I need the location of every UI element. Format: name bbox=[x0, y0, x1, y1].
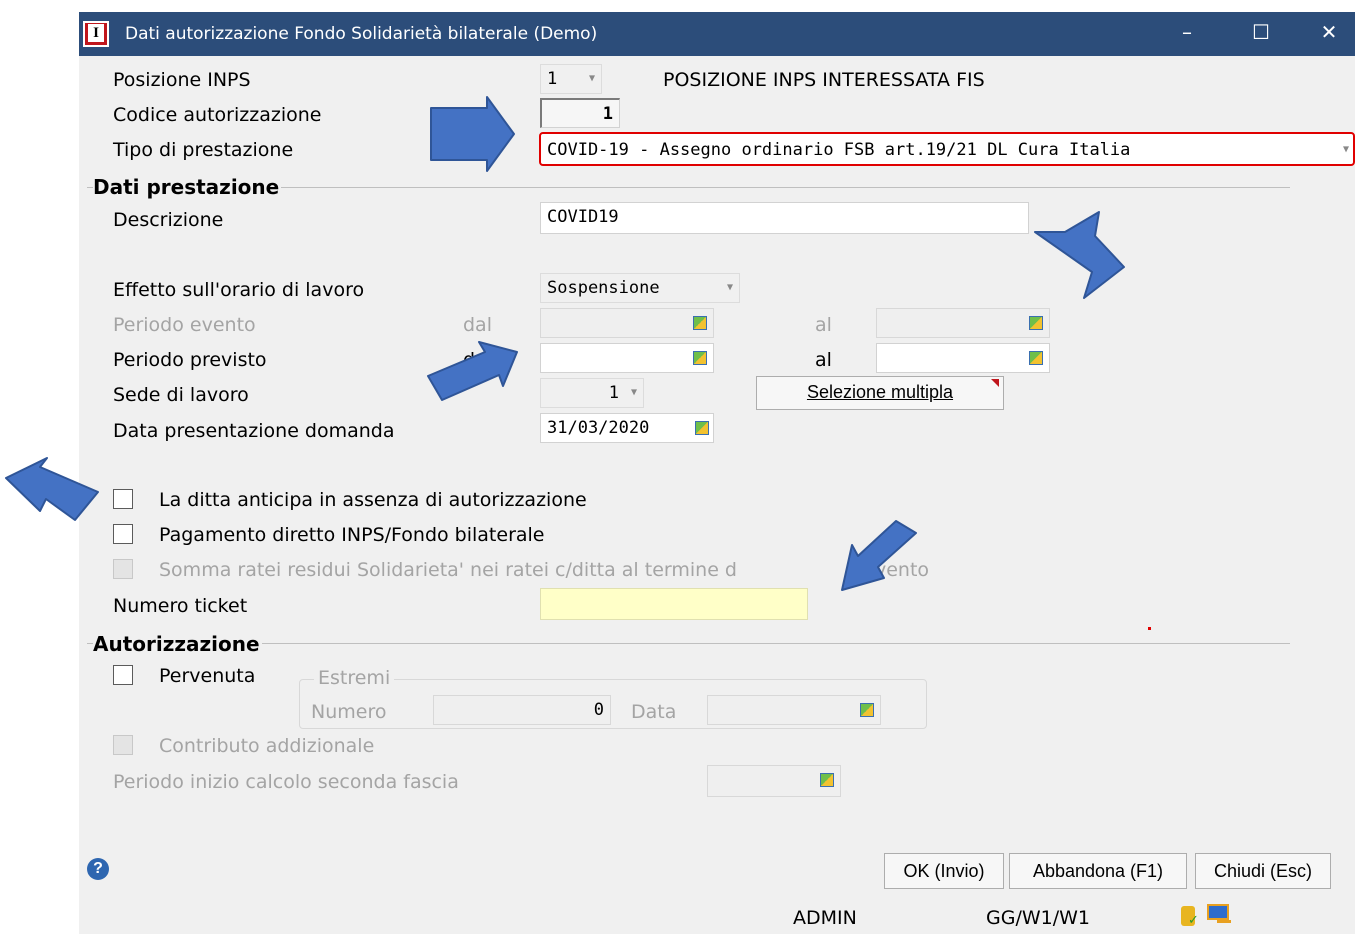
pagamento-diretto-label: Pagamento diretto INPS/Fondo bilaterale bbox=[159, 524, 545, 546]
periodo-evento-al-label: al bbox=[815, 314, 832, 336]
effetto-orario-label: Effetto sull'orario di lavoro bbox=[113, 279, 365, 301]
minimize-button[interactable]: – bbox=[1162, 12, 1212, 56]
selezione-multipla-button[interactable]: Selezione multipla bbox=[756, 376, 1004, 410]
dialog-window: Dati autorizzazione Fondo Solidarietà bi… bbox=[79, 12, 1355, 934]
periodo-evento-dal-label: dal bbox=[463, 314, 492, 336]
selezione-multipla-label: Selezione multipla bbox=[806, 382, 954, 402]
data-presentazione-value: 31/03/2020 bbox=[547, 418, 650, 438]
divider bbox=[87, 643, 1290, 644]
effetto-orario-select[interactable]: Sospensione ▼ bbox=[540, 273, 740, 303]
calendar-icon bbox=[860, 703, 874, 717]
calendar-icon bbox=[820, 773, 834, 787]
somma-ratei-label: Somma ratei residui Solidarieta' nei rat… bbox=[159, 559, 737, 581]
effetto-orario-value: Sospensione bbox=[547, 278, 660, 298]
title-bar[interactable]: Dati autorizzazione Fondo Solidarietà bi… bbox=[79, 12, 1355, 56]
help-icon[interactable]: ? bbox=[87, 858, 109, 880]
periodo-evento-label: Periodo evento bbox=[113, 314, 256, 336]
section-title-autorizzazione: Autorizzazione bbox=[93, 632, 262, 656]
abbandona-button[interactable]: Abbandona (F1) bbox=[1009, 853, 1187, 889]
codice-autorizzazione-label: Codice autorizzazione bbox=[113, 104, 322, 126]
chevron-down-icon: ▼ bbox=[588, 73, 595, 84]
tipo-prestazione-value: COVID-19 - Assegno ordinario FSB art.19/… bbox=[547, 140, 1131, 160]
estremi-title: Estremi bbox=[314, 666, 395, 690]
descrizione-input[interactable]: COVID19 bbox=[540, 202, 1029, 234]
periodo-evento-al-field bbox=[876, 308, 1050, 338]
periodo-previsto-dal-label: d bbox=[463, 349, 476, 371]
database-icon: ✓ bbox=[1181, 906, 1199, 927]
sede-lavoro-select[interactable]: 1 ▼ bbox=[540, 378, 644, 408]
data-presentazione-input[interactable]: 31/03/2020 bbox=[540, 413, 714, 443]
numero-ticket-input[interactable] bbox=[540, 588, 808, 620]
tipo-prestazione-select[interactable]: COVID-19 - Assegno ordinario FSB art.19/… bbox=[539, 132, 1355, 166]
red-dot-marker bbox=[1148, 627, 1151, 630]
posizione-inps-description: POSIZIONE INPS INTERESSATA FIS bbox=[663, 69, 985, 91]
chevron-down-icon: ▼ bbox=[630, 387, 637, 398]
section-title-dati-prestazione: Dati prestazione bbox=[93, 175, 282, 199]
status-path: GG/W1/W1 bbox=[986, 907, 1090, 929]
close-button[interactable]: ✕ bbox=[1304, 12, 1354, 56]
pervenuta-checkbox[interactable] bbox=[113, 665, 133, 685]
descrizione-label: Descrizione bbox=[113, 209, 224, 231]
sede-lavoro-label: Sede di lavoro bbox=[113, 384, 249, 406]
calendar-icon[interactable] bbox=[693, 351, 707, 365]
pervenuta-label: Pervenuta bbox=[159, 665, 256, 687]
chevron-down-icon: ▼ bbox=[1342, 144, 1349, 155]
app-icon bbox=[83, 21, 109, 47]
posizione-inps-label: Posizione INPS bbox=[113, 69, 251, 91]
contributo-addizionale-checkbox bbox=[113, 735, 133, 755]
periodo-evento-dal-field bbox=[540, 308, 714, 338]
periodo-inizio-label: Periodo inizio calcolo seconda fascia bbox=[113, 771, 459, 793]
status-user: ADMIN bbox=[793, 907, 857, 929]
somma-ratei-checkbox bbox=[113, 559, 133, 579]
posizione-inps-select[interactable]: 1 ▼ bbox=[540, 64, 602, 94]
monitor-stand-icon bbox=[1217, 920, 1231, 923]
ok-button[interactable]: OK (Invio) bbox=[884, 853, 1004, 889]
periodo-previsto-al-input[interactable] bbox=[876, 343, 1050, 373]
calendar-icon bbox=[693, 316, 707, 330]
numero-value: 0 bbox=[593, 700, 604, 720]
numero-ticket-label: Numero ticket bbox=[113, 595, 248, 617]
calendar-icon bbox=[1029, 316, 1043, 330]
numero-label: Numero bbox=[311, 701, 387, 723]
chevron-down-icon: ▼ bbox=[726, 282, 733, 293]
calendar-icon[interactable] bbox=[695, 421, 709, 435]
periodo-previsto-al-label: al bbox=[815, 349, 832, 371]
data-field bbox=[707, 695, 881, 725]
sede-lavoro-value: 1 bbox=[608, 383, 619, 403]
chiudi-button[interactable]: Chiudi (Esc) bbox=[1195, 853, 1331, 889]
data-label: Data bbox=[631, 701, 677, 723]
periodo-previsto-dal-input[interactable] bbox=[540, 343, 714, 373]
codice-autorizzazione-field[interactable]: 1 bbox=[540, 98, 620, 128]
anticipa-label: La ditta anticipa in assenza di autorizz… bbox=[159, 489, 587, 511]
window-title: Dati autorizzazione Fondo Solidarietà bi… bbox=[125, 24, 598, 44]
periodo-previsto-label: Periodo previsto bbox=[113, 349, 267, 371]
periodo-inizio-field bbox=[707, 765, 841, 797]
contributo-addizionale-label: Contributo addizionale bbox=[159, 735, 375, 757]
data-presentazione-label: Data presentazione domanda bbox=[113, 420, 395, 442]
anticipa-checkbox[interactable] bbox=[113, 489, 133, 509]
posizione-inps-value: 1 bbox=[547, 69, 558, 89]
corner-marker-icon bbox=[991, 379, 999, 387]
maximize-button[interactable]: ☐ bbox=[1236, 12, 1286, 56]
monitor-icon bbox=[1207, 904, 1229, 920]
numero-field: 0 bbox=[433, 695, 611, 725]
somma-ratei-label-tail: vento bbox=[875, 559, 930, 581]
pagamento-diretto-checkbox[interactable] bbox=[113, 524, 133, 544]
calendar-icon[interactable] bbox=[1029, 351, 1043, 365]
tipo-prestazione-label: Tipo di prestazione bbox=[113, 139, 294, 161]
